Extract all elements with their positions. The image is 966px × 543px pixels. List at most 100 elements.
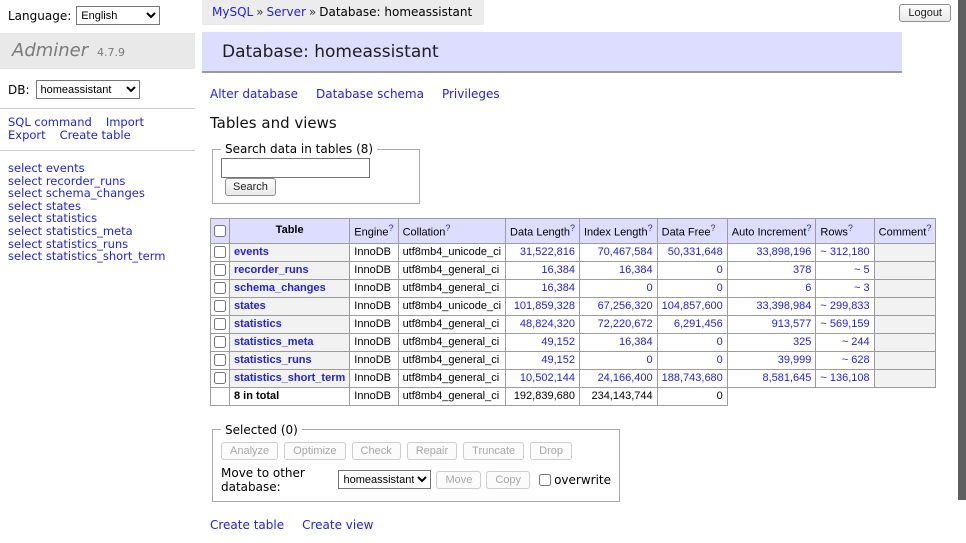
row-checkbox[interactable] — [214, 300, 226, 312]
column-help-link[interactable]: ? — [806, 223, 811, 233]
table-name-link[interactable]: events — [234, 246, 269, 258]
rows-count-link[interactable]: ~ 5 — [854, 264, 870, 276]
overwrite-checkbox[interactable] — [539, 474, 551, 486]
select-all-checkbox[interactable] — [214, 225, 226, 237]
sidebar-create-table-link[interactable]: Create table — [60, 128, 131, 142]
move-db-select[interactable]: homeassistant — [338, 470, 431, 489]
row-checkbox[interactable] — [214, 282, 226, 294]
data-free-link[interactable]: 50,331,648 — [668, 246, 723, 258]
row-checkbox[interactable] — [214, 264, 226, 276]
database-schema-link[interactable]: Database schema — [316, 87, 424, 101]
data-length-link[interactable]: 16,384 — [541, 282, 575, 294]
data-free-link[interactable]: 6,291,456 — [674, 318, 723, 330]
truncate-button[interactable]: Truncate — [463, 442, 524, 460]
copy-button[interactable]: Copy — [486, 471, 530, 489]
auto-increment-link[interactable]: 378 — [793, 264, 811, 276]
rows-count-link[interactable]: ~ 244 — [842, 336, 870, 348]
data-length-link[interactable]: 10,502,144 — [520, 372, 575, 384]
index-length-link[interactable]: 72,220,672 — [598, 318, 653, 330]
create-view-link[interactable]: Create view — [302, 518, 373, 532]
column-help-link[interactable]: ? — [926, 223, 931, 233]
index-length-link[interactable]: 16,384 — [619, 264, 653, 276]
search-input[interactable] — [221, 158, 370, 178]
index-length-link[interactable]: 0 — [647, 282, 653, 294]
auto-increment-link[interactable]: 325 — [793, 336, 811, 348]
table-name-link[interactable]: statistics_short_term — [234, 372, 345, 384]
sidebar-select-link[interactable]: select statistics_short_term — [8, 250, 187, 263]
vertical-scrollbar[interactable] — [958, 0, 966, 543]
table-name-link[interactable]: statistics — [234, 318, 282, 330]
data-length-link[interactable]: 49,152 — [541, 354, 575, 366]
engine-cell: InnoDB — [350, 315, 398, 333]
drop-button[interactable]: Drop — [530, 442, 572, 460]
data-free-link[interactable]: 0 — [717, 354, 723, 366]
breadcrumb-mysql-link[interactable]: MySQL — [212, 5, 253, 19]
logout-button[interactable]: Logout — [899, 4, 951, 22]
data-length-link[interactable]: 101,859,328 — [514, 300, 575, 312]
language-select[interactable]: English — [76, 6, 160, 25]
column-help-link[interactable]: ? — [445, 223, 450, 233]
row-checkbox[interactable] — [214, 336, 226, 348]
auto-increment-link[interactable]: 39,999 — [778, 354, 812, 366]
index-length-link[interactable]: 67,256,320 — [598, 300, 653, 312]
rows-count-link[interactable]: ~ 569,159 — [820, 318, 869, 330]
breadcrumb-server-link[interactable]: Server — [267, 5, 306, 19]
rows-count-link[interactable]: ~ 312,180 — [820, 246, 869, 258]
create-table-link[interactable]: Create table — [210, 518, 284, 532]
optimize-button[interactable]: Optimize — [284, 442, 345, 460]
index-length-link[interactable]: 16,384 — [619, 336, 653, 348]
column-help-link[interactable]: ? — [570, 223, 575, 233]
check-button[interactable]: Check — [352, 442, 401, 460]
table-name-link[interactable]: recorder_runs — [234, 264, 309, 276]
move-button[interactable]: Move — [436, 471, 481, 489]
repair-button[interactable]: Repair — [407, 442, 457, 460]
table-name-link[interactable]: statistics_meta — [234, 336, 314, 348]
analyze-button[interactable]: Analyze — [221, 442, 278, 460]
row-checkbox[interactable] — [214, 246, 226, 258]
auto-increment-link[interactable]: 33,898,196 — [756, 246, 811, 258]
data-free-link[interactable]: 0 — [717, 264, 723, 276]
data-free-link[interactable]: 0 — [717, 336, 723, 348]
index-length-link[interactable]: 0 — [647, 354, 653, 366]
column-help-link[interactable]: ? — [389, 223, 394, 233]
auto-increment-link[interactable]: 8,581,645 — [762, 372, 811, 384]
data-length-link[interactable]: 31,522,816 — [520, 246, 575, 258]
sidebar-export-link[interactable]: Export — [8, 128, 46, 142]
column-help-link[interactable]: ? — [848, 223, 853, 233]
data-free-link[interactable]: 104,857,600 — [662, 300, 723, 312]
auto-increment-link[interactable]: 913,577 — [772, 318, 812, 330]
scrollbar-thumb[interactable] — [958, 0, 966, 500]
auto-increment-link[interactable]: 6 — [805, 282, 811, 294]
index-length-link[interactable]: 24,166,400 — [598, 372, 653, 384]
row-checkbox[interactable] — [214, 318, 226, 330]
search-button[interactable]: Search — [225, 178, 276, 196]
rows-count-link[interactable]: ~ 628 — [842, 354, 870, 366]
table-name-link[interactable]: states — [234, 300, 266, 312]
index-length-link[interactable]: 70,467,584 — [598, 246, 653, 258]
column-help-link[interactable]: ? — [711, 223, 716, 233]
rows-count-link[interactable]: ~ 3 — [854, 282, 870, 294]
rows-count-link[interactable]: ~ 136,108 — [820, 372, 869, 384]
data-length-link[interactable]: 16,384 — [541, 264, 575, 276]
data-length-link[interactable]: 49,152 — [541, 336, 575, 348]
data-free-link[interactable]: 188,743,680 — [662, 372, 723, 384]
sidebar-import-link[interactable]: Import — [106, 115, 144, 129]
auto-increment-link[interactable]: 33,398,984 — [756, 300, 811, 312]
sidebar-sql-command-link[interactable]: SQL command — [8, 115, 92, 129]
row-checkbox[interactable] — [214, 354, 226, 366]
data-length-link[interactable]: 48,824,320 — [520, 318, 575, 330]
sidebar-select-link[interactable]: select statistics_meta — [8, 225, 187, 238]
data-free-link[interactable]: 0 — [717, 282, 723, 294]
table-name-link[interactable]: schema_changes — [234, 282, 326, 294]
column-help-link[interactable]: ? — [648, 223, 653, 233]
row-checkbox[interactable] — [214, 372, 226, 384]
sidebar-select-link[interactable]: select events — [8, 162, 187, 175]
overwrite-option[interactable]: overwrite — [535, 473, 611, 487]
alter-database-link[interactable]: Alter database — [210, 87, 298, 101]
sidebar-select-link[interactable]: select schema_changes — [8, 187, 187, 200]
table-name-link[interactable]: statistics_runs — [234, 354, 312, 366]
privileges-link[interactable]: Privileges — [442, 87, 500, 101]
rows-count-link[interactable]: ~ 299,833 — [820, 300, 869, 312]
row-checkbox-cell — [211, 369, 230, 387]
db-select[interactable]: homeassistant — [36, 80, 140, 99]
